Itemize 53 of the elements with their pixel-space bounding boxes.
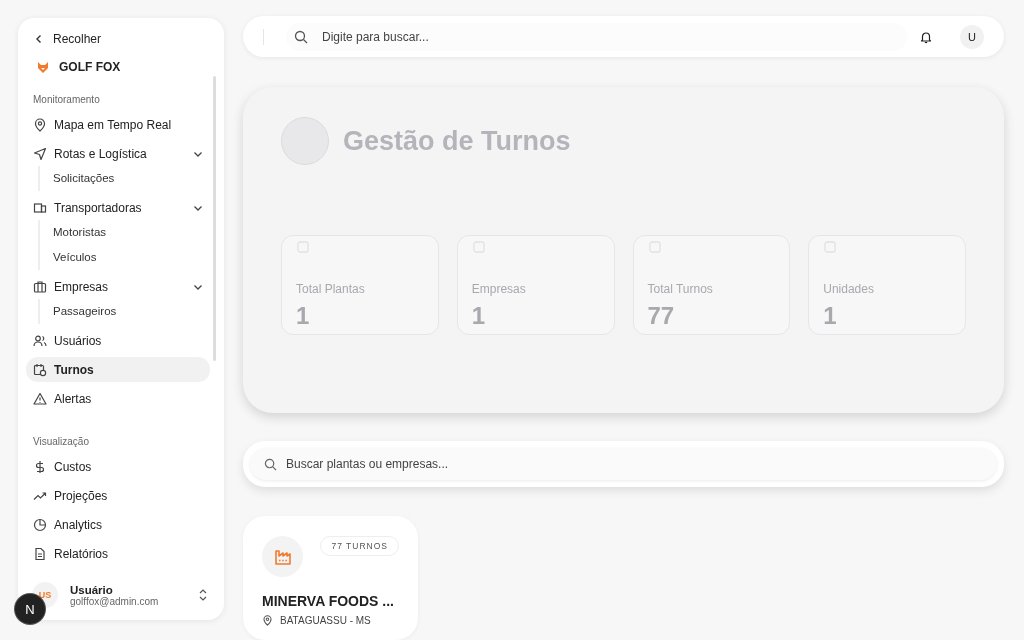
users-icon	[33, 333, 47, 348]
nav-item[interactable]: Relatórios	[26, 541, 210, 566]
stat-label: Total Plantas	[296, 282, 366, 297]
stat-value: 1	[471, 302, 487, 331]
plant-location: BATAGUASSU - MS	[280, 615, 371, 626]
warning-icon	[33, 391, 47, 406]
nav-item[interactable]: Turnos	[26, 357, 210, 382]
user-name: Usuário	[70, 583, 114, 596]
plant-name: MINERVA FOODS ...	[262, 593, 395, 609]
search-input[interactable]: Digite para buscar...	[320, 28, 899, 45]
user-email: golffox@admin.com	[70, 595, 160, 607]
chevrons-up-down-icon[interactable]	[198, 588, 208, 602]
nav-subitem[interactable]: Passageiros	[53, 299, 117, 324]
notification-bell-icon[interactable]	[919, 29, 933, 44]
scrollbar[interactable]	[213, 76, 216, 361]
map-pin-icon	[33, 117, 47, 132]
pie-chart-icon	[33, 517, 47, 532]
brand-name: GOLF FOX	[59, 60, 121, 74]
stat-label: Unidades	[823, 282, 875, 297]
nav-item[interactable]: Rotas e Logística	[26, 141, 210, 166]
stat-value: 1	[823, 302, 838, 331]
header-icon	[281, 117, 329, 166]
document-icon	[33, 546, 47, 561]
page-title: Gestão de Turnos	[343, 125, 571, 157]
search-icon	[294, 29, 308, 44]
fox-logo-icon	[36, 60, 50, 74]
stat-label: Empresas	[471, 282, 527, 297]
map-pin-icon	[262, 615, 273, 626]
nav-subitem[interactable]: Motoristas	[53, 220, 107, 245]
nav-subitem[interactable]: Veículos	[53, 245, 97, 270]
user-avatar[interactable]: U	[960, 24, 984, 49]
nav-subitem[interactable]: Solicitações	[53, 166, 115, 191]
nav-item[interactable]: Projeções	[26, 483, 210, 508]
search-field[interactable]: Buscar plantas ou empresas...	[250, 448, 997, 480]
nav-item[interactable]: Custos	[26, 454, 210, 479]
nav-item[interactable]: Usuários	[26, 328, 210, 353]
nav-item[interactable]: Analytics	[26, 512, 210, 537]
stat-value: 1	[296, 302, 311, 331]
calendar-clock-icon	[33, 362, 47, 377]
collapse-button[interactable]: Recolher	[26, 30, 216, 48]
chevron-left-icon	[34, 34, 44, 44]
nav-item[interactable]: Mapa em Tempo Real	[26, 112, 210, 137]
section-title: Monitoramento	[32, 94, 101, 107]
nav-item[interactable]: Alertas	[26, 386, 210, 411]
stat-label: Total Turnos	[647, 282, 714, 297]
navigation-arrow-icon	[33, 146, 47, 161]
briefcase-icon	[33, 279, 47, 294]
dollar-icon	[33, 459, 47, 474]
nav-item[interactable]: Empresas	[26, 274, 210, 299]
plant-card[interactable]: 77 TURNOS MINERVA FOODS ... BATAGUASSU - MS	[243, 516, 418, 640]
stat-value: 77	[647, 302, 676, 331]
section-title: Visualização	[32, 436, 90, 449]
nav-item[interactable]: Transportadoras	[26, 195, 210, 220]
